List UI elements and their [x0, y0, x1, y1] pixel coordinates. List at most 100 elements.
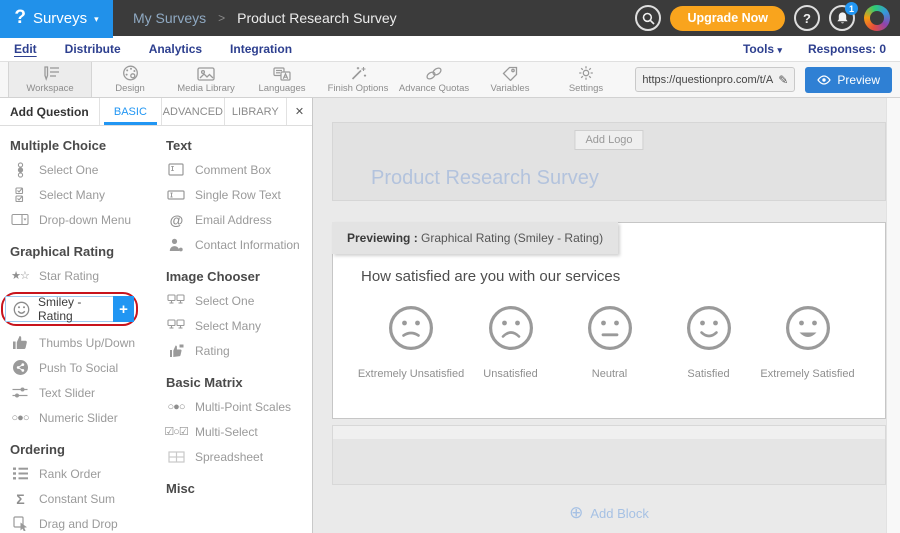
panel-item-spreadsheet[interactable]: Spreadsheet [156, 448, 312, 465]
tab-advanced[interactable]: ADVANCED [161, 98, 223, 125]
toolbar-settings[interactable]: Settings [548, 62, 624, 97]
comment-box-icon [166, 163, 186, 176]
at-sign-icon: @ [166, 212, 186, 228]
previewing-label: Previewing : [347, 231, 418, 245]
survey-nav-bar: Edit Distribute Analytics Integration To… [0, 36, 900, 62]
section-header: Text [166, 138, 312, 153]
numeric-slider-icon: ○●○ [10, 412, 30, 424]
panel-item-image-select-many[interactable]: Select Many [156, 317, 312, 334]
advance-quotas-link-icon [425, 65, 443, 81]
top-bar: ? Surveys ▾ My Surveys > Product Researc… [0, 0, 900, 36]
toolbar-right: ✎ Preview [635, 62, 900, 97]
tools-menu[interactable]: Tools ▾ [743, 42, 782, 56]
question-text[interactable]: How satisfied are you with our services [361, 268, 620, 285]
toolbar-media-library[interactable]: Media Library [168, 62, 244, 97]
smiley-option-unsatisfied[interactable]: Unsatisfied [461, 305, 560, 380]
dropdown-icon [10, 213, 30, 226]
questionpro-logo[interactable]: ? Surveys ▾ [0, 0, 113, 36]
survey-title[interactable]: Product Research Survey [371, 167, 599, 190]
panel-item-image-select-one[interactable]: Select One [156, 292, 312, 309]
tab-integration[interactable]: Integration [230, 42, 292, 56]
panel-item-single-row-text[interactable]: Single Row Text [156, 186, 312, 203]
image-pair-icon [166, 319, 186, 332]
smiley-icon [11, 301, 31, 318]
upgrade-now-button[interactable]: Upgrade Now [670, 6, 785, 31]
languages-icon [273, 65, 291, 81]
share-icon [10, 360, 30, 375]
panel-item-thumbs-up-down[interactable]: Thumbs Up/Down [0, 334, 150, 351]
edit-url-pencil-icon[interactable]: ✎ [778, 73, 788, 87]
questionpro-logo-icon: ? [14, 7, 26, 29]
panel-tab-bar: Add Question BASIC ADVANCED LIBRARY ✕ [0, 98, 312, 126]
panel-item-email-address[interactable]: @ Email Address [156, 211, 312, 228]
tab-edit[interactable]: Edit [14, 42, 37, 56]
toolbar-advance-quotas[interactable]: Advance Quotas [396, 62, 472, 97]
toolbar-variables[interactable]: Variables [472, 62, 548, 97]
toolbar-finish-options[interactable]: Finish Options [320, 62, 396, 97]
panel-item-multi-point-scales[interactable]: ○●○ Multi-Point Scales [156, 398, 312, 415]
smiley-rating-scale: Extremely Unsatisfied Unsatisfied Neutra… [333, 305, 885, 380]
vertical-scrollbar[interactable] [886, 98, 900, 533]
panel-item-smiley-rating[interactable]: Smiley - Rating + [5, 296, 134, 322]
panel-item-numeric-slider[interactable]: ○●○ Numeric Slider [0, 409, 150, 426]
panel-item-push-to-social[interactable]: Push To Social [0, 359, 150, 376]
panel-item-dropdown-menu[interactable]: Drop-down Menu [0, 211, 150, 228]
panel-item-contact-information[interactable]: Contact Information [156, 236, 312, 253]
smiley-option-extremely-satisfied[interactable]: Extremely Satisfied [758, 305, 857, 380]
panel-item-star-rating[interactable]: ★☆ Star Rating [0, 267, 150, 284]
media-library-icon [197, 65, 215, 81]
add-block-button[interactable]: ⊕ Add Block [332, 503, 886, 523]
smiley-option-satisfied[interactable]: Satisfied [659, 305, 758, 380]
responses-count[interactable]: Responses: 0 [808, 42, 886, 56]
smiley-neutral-icon [587, 305, 633, 351]
section-image-chooser: Image Chooser Select One Select Many Rat… [156, 269, 312, 359]
section-ordering: Ordering Rank Order Σ Constant Sum Drag … [0, 442, 150, 532]
breadcrumb-my-surveys[interactable]: My Surveys [133, 10, 206, 26]
checkbox-stack-icon [10, 187, 30, 203]
search-button[interactable] [635, 5, 661, 31]
smiley-unsatisfied-icon [488, 305, 534, 351]
survey-header-block: Add Logo Product Research Survey [332, 122, 886, 201]
panel-item-comment-box[interactable]: Comment Box [156, 161, 312, 178]
breadcrumb: My Surveys > Product Research Survey [133, 10, 397, 26]
tab-distribute[interactable]: Distribute [65, 42, 121, 56]
smiley-option-neutral[interactable]: Neutral [560, 305, 659, 380]
close-panel-button[interactable]: ✕ [286, 98, 312, 125]
thumb-up-icon [10, 335, 30, 350]
toolbar-workspace[interactable]: Workspace [8, 62, 92, 97]
variables-tag-icon [502, 65, 518, 81]
panel-item-image-rating[interactable]: Rating [156, 342, 312, 359]
tab-basic[interactable]: BASIC [99, 98, 161, 125]
survey-url-input[interactable] [642, 74, 778, 86]
help-icon: ? [803, 11, 811, 26]
image-pair-icon [166, 294, 186, 307]
chevron-down-icon: ▾ [777, 45, 782, 55]
panel-item-select-many[interactable]: Select Many [0, 186, 150, 203]
panel-item-constant-sum[interactable]: Σ Constant Sum [0, 490, 150, 507]
help-button[interactable]: ? [794, 5, 820, 31]
preview-button[interactable]: Preview [805, 67, 892, 93]
panel-item-drag-and-drop[interactable]: Drag and Drop [0, 515, 150, 532]
toolbar-design[interactable]: Design [92, 62, 168, 97]
breadcrumb-current-survey: Product Research Survey [237, 10, 397, 26]
section-header: Misc [166, 481, 312, 496]
user-avatar[interactable] [864, 5, 890, 31]
smiley-satisfied-icon [686, 305, 732, 351]
add-logo-button[interactable]: Add Logo [574, 130, 643, 150]
previewing-value: Graphical Rating (Smiley - Rating) [421, 231, 603, 245]
panel-item-select-one[interactable]: Select One [0, 161, 150, 178]
tab-library[interactable]: LIBRARY [224, 98, 286, 125]
rank-order-icon [10, 467, 30, 480]
tab-analytics[interactable]: Analytics [149, 42, 202, 56]
section-header: Ordering [10, 442, 150, 457]
toolbar-languages[interactable]: Languages [244, 62, 320, 97]
section-basic-matrix: Basic Matrix ○●○ Multi-Point Scales ☑○☑ … [156, 375, 312, 465]
eye-icon [817, 75, 831, 85]
smiley-option-extremely-unsatisfied[interactable]: Extremely Unsatisfied [361, 305, 461, 380]
notifications-button[interactable]: 1 [829, 5, 855, 31]
add-smiley-rating-button[interactable]: + [113, 296, 134, 322]
plus-circle-icon: ⊕ [569, 503, 583, 523]
panel-item-text-slider[interactable]: Text Slider [0, 384, 150, 401]
panel-item-multi-select[interactable]: ☑○☑ Multi-Select [156, 423, 312, 440]
panel-item-rank-order[interactable]: Rank Order [0, 465, 150, 482]
